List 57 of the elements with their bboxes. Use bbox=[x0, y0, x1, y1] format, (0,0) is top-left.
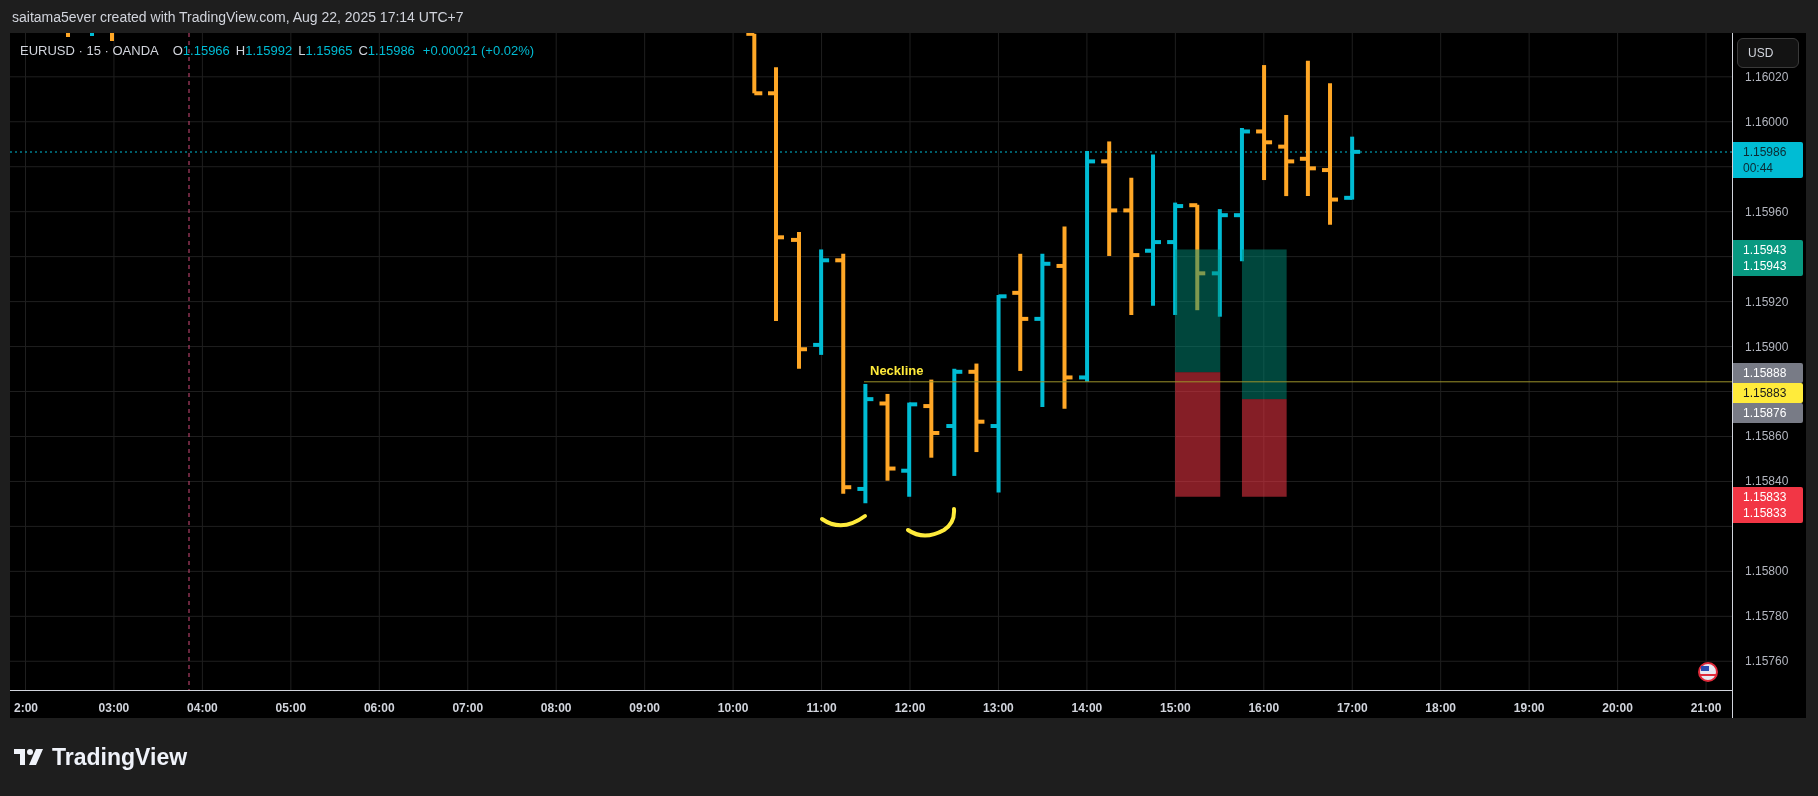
price-tick: 1.15900 bbox=[1745, 339, 1789, 354]
price-label-text: 1.15833 bbox=[1743, 505, 1788, 521]
time-tick: 08:00 bbox=[540, 701, 572, 715]
time-tick: 07:00 bbox=[452, 701, 484, 715]
ohlc-label: C bbox=[358, 43, 368, 58]
time-tick: 09:00 bbox=[629, 701, 660, 715]
time-tick: 17:00 bbox=[1336, 701, 1368, 715]
time-tick: 18:00 bbox=[1425, 701, 1457, 715]
ohlc-label: O bbox=[172, 43, 183, 58]
price-label-text: 00:44 bbox=[1743, 160, 1775, 176]
ohlc-value: 1.15965 bbox=[305, 43, 353, 58]
smile-mark-drawing bbox=[820, 514, 867, 528]
brand-name: TradingView bbox=[52, 743, 188, 771]
time-tick: 05:00 bbox=[275, 701, 307, 715]
price-tick: 1.15860 bbox=[1745, 429, 1789, 444]
time-tick: 16:00 bbox=[1248, 701, 1280, 715]
neckline-label: Neckline bbox=[870, 363, 924, 378]
smile-mark-drawing bbox=[906, 507, 957, 538]
price-tick: 1.16000 bbox=[1745, 114, 1789, 129]
time-tick: 2:00 bbox=[14, 701, 38, 715]
time-tick: 03:00 bbox=[98, 701, 130, 715]
symbol-text: EURUSD · 15 · OANDA bbox=[20, 43, 159, 58]
price-tick: 1.15800 bbox=[1745, 564, 1789, 579]
price-label-text: 1.15883 bbox=[1743, 385, 1788, 401]
time-tick: 06:00 bbox=[363, 701, 395, 715]
currency-button[interactable]: USD bbox=[1737, 38, 1799, 68]
price-tick: 1.15840 bbox=[1745, 474, 1789, 489]
price-label-text: 1.15943 bbox=[1743, 242, 1788, 258]
ohlc-value: 1.15986 bbox=[367, 43, 415, 58]
price-tick: 1.15780 bbox=[1745, 609, 1789, 624]
price-label-text: 1.15943 bbox=[1743, 258, 1788, 274]
logo-icon bbox=[14, 747, 44, 767]
price-tick: 1.15920 bbox=[1745, 294, 1789, 309]
ohlc-label: H bbox=[235, 43, 246, 58]
time-tick: 20:00 bbox=[1602, 701, 1633, 715]
ohlc-value: 1.15966 bbox=[182, 43, 230, 58]
price-label-text: 1.15833 bbox=[1743, 489, 1788, 505]
chart-credit-text: saitama5ever created with TradingView.com, Aug 22, 2025 17:14 UTC+7 bbox=[12, 8, 464, 25]
price-tick: 1.15960 bbox=[1745, 204, 1789, 219]
ohlc-value: 1.15992 bbox=[245, 43, 293, 58]
time-tick: 21:00 bbox=[1690, 701, 1722, 715]
change-value: +0.00021 (+0.02%) bbox=[422, 43, 535, 58]
price-tick: 1.16020 bbox=[1745, 69, 1789, 84]
time-tick: 11:00 bbox=[806, 701, 837, 715]
time-tick: 04:00 bbox=[187, 701, 218, 715]
time-tick: 14:00 bbox=[1071, 701, 1103, 715]
flag-icon bbox=[1698, 662, 1718, 682]
time-tick: 15:00 bbox=[1160, 701, 1191, 715]
price-tick: 1.15760 bbox=[1745, 654, 1789, 669]
price-label-text: 1.15888 bbox=[1743, 365, 1788, 381]
time-tick: 10:00 bbox=[717, 701, 749, 715]
time-tick: 12:00 bbox=[894, 701, 926, 715]
price-label-text: 1.15986 bbox=[1743, 144, 1788, 160]
time-tick: 19:00 bbox=[1513, 701, 1545, 715]
ohlc-label: L bbox=[298, 43, 306, 58]
time-tick: 13:00 bbox=[983, 701, 1014, 715]
price-label-text: 1.15876 bbox=[1743, 405, 1788, 421]
